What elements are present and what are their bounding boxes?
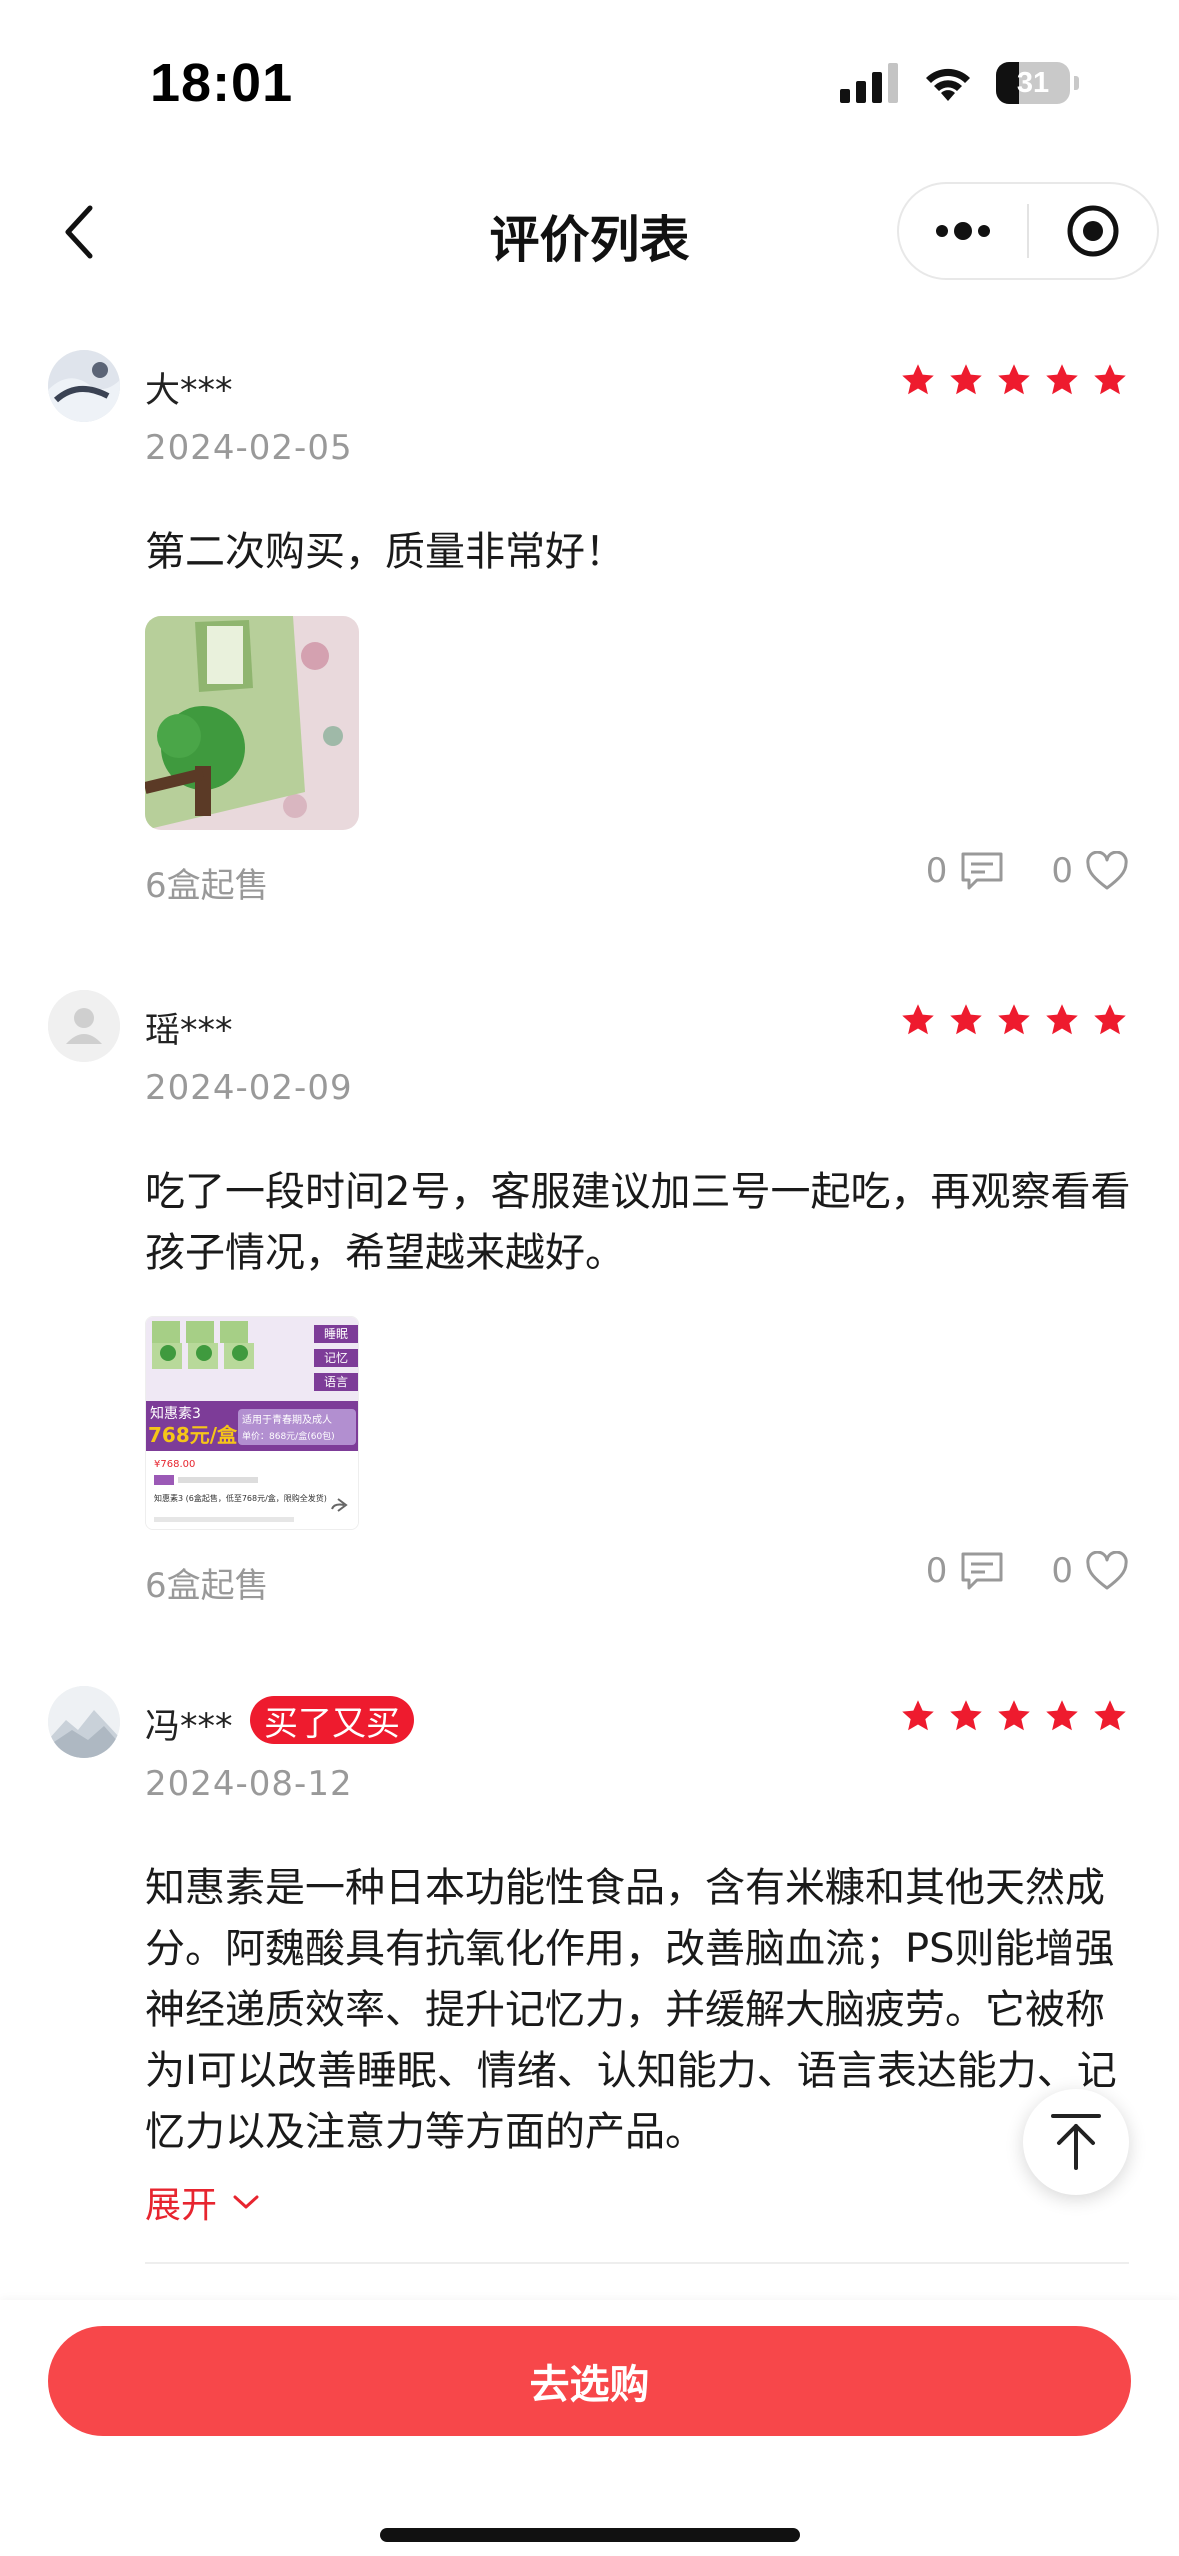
rating-stars [900, 362, 1128, 398]
close-mini-program-button[interactable] [1029, 183, 1157, 279]
svg-text:单价：868元/盒(60包): 单价：868元/盒(60包) [242, 1430, 335, 1442]
star-icon [1094, 1700, 1126, 1731]
star-icon [950, 364, 982, 395]
divider [145, 2262, 1129, 2264]
chevron-down-icon [233, 2195, 259, 2209]
nav-bar: 评价列表 [0, 170, 1179, 290]
bottom-bar: 去选购 [0, 2300, 1179, 2556]
star-icon [950, 1004, 982, 1035]
star-icon [902, 364, 934, 395]
review-item: 瑶*** 2024-02-09 吃了一段时间2号，客服建议加三号一起吃，再观察看… [0, 990, 1179, 1630]
review-item: 大*** 2024-02-05 第二次购买，质量非常好！ 6盒起售 0 0 [0, 350, 1179, 920]
go-shopping-button[interactable]: 去选购 [48, 2326, 1131, 2436]
avatar[interactable] [48, 350, 120, 422]
star-icon [1046, 364, 1078, 395]
review-date: 2024-02-05 [145, 428, 353, 468]
review-list-page: 18:01 31 评价列表 大*** 2024-02-05 第二次购买，质量非常… [0, 0, 1179, 2556]
status-time: 18:01 [150, 53, 294, 113]
svg-text:适用于青春期及成人: 适用于青春期及成人 [242, 1413, 332, 1426]
avatar-image [48, 1686, 120, 1758]
comment-icon [961, 852, 1003, 890]
more-dots-icon [936, 222, 990, 240]
sale-label: 6盒起售 [145, 866, 269, 906]
review-text: 第二次购买，质量非常好！ [145, 529, 625, 575]
back-to-top-button[interactable] [1023, 2089, 1129, 2195]
expand-label: 展开 [145, 2185, 218, 2226]
avatar[interactable] [48, 1686, 120, 1758]
username: 瑶*** [145, 1011, 233, 1051]
review-date: 2024-08-12 [145, 1764, 353, 1804]
default-avatar-icon [48, 990, 120, 1062]
avatar[interactable] [48, 990, 120, 1062]
mini-program-capsule [897, 182, 1159, 280]
svg-text:知惠素3: 知惠素3 [150, 1405, 201, 1422]
battery-cap [1074, 76, 1079, 90]
record-target-icon [1067, 205, 1119, 257]
svg-text:记忆: 记忆 [324, 1351, 348, 1365]
review-photo-image [145, 616, 359, 830]
review-date: 2024-02-09 [145, 1068, 353, 1108]
star-icon [1094, 364, 1126, 395]
rating-stars [900, 1698, 1128, 1734]
heart-icon [1086, 851, 1128, 890]
review-text: 吃了一段时间2号，客服建议加三号一起吃，再观察看看孩子情况，希望越来越好。 [145, 1169, 1131, 1276]
battery-level-text: 31 [1016, 66, 1050, 99]
arrow-up-top-icon [1051, 2114, 1101, 2170]
star-icon [902, 1700, 934, 1731]
review-photo[interactable] [145, 616, 359, 830]
username: 大*** [145, 371, 233, 411]
status-icons: 31 [840, 62, 1079, 104]
review-photo-image: 睡眠 记忆 语言 知惠素3 768元/盒 适用于青春期及成人 单价：868元/盒… [146, 1317, 358, 1529]
more-button[interactable] [899, 183, 1027, 279]
star-icon [998, 1700, 1030, 1731]
like-button[interactable]: 0 [1051, 851, 1129, 891]
status-bar: 18:01 31 [0, 0, 1179, 150]
repurchase-badge: 买了又买 [250, 1696, 414, 1744]
star-icon [1046, 1700, 1078, 1731]
star-icon [998, 1004, 1030, 1035]
review-actions: 0 0 [926, 1550, 1129, 1592]
home-indicator[interactable] [380, 2528, 800, 2542]
comment-button[interactable]: 0 [926, 850, 1006, 892]
sale-label: 6盒起售 [145, 1566, 269, 1606]
star-icon [998, 364, 1030, 395]
review-item: 冯*** 买了又买 2024-08-12 知惠素是一种日本功能性食品，含有米糠和… [0, 1686, 1179, 2266]
comment-count: 0 [925, 1551, 948, 1591]
comment-button[interactable]: 0 [926, 1550, 1006, 1592]
review-photo[interactable]: 睡眠 记忆 语言 知惠素3 768元/盒 适用于青春期及成人 单价：868元/盒… [145, 1316, 359, 1530]
star-icon [1094, 1004, 1126, 1035]
cellular-signal-icon [840, 63, 898, 103]
svg-text:知惠素3 (6盒起售，低至768元/盒，限购全发货): 知惠素3 (6盒起售，低至768元/盒，限购全发货) [154, 1493, 327, 1503]
comment-icon [961, 1552, 1003, 1590]
username: 冯*** [145, 1707, 233, 1747]
like-count: 0 [1051, 851, 1073, 891]
svg-text:768元/盒: 768元/盒 [148, 1423, 238, 1447]
review-actions: 0 0 [926, 850, 1129, 892]
svg-text:¥768.00: ¥768.00 [154, 1459, 195, 1470]
expand-button[interactable]: 展开 [145, 2176, 261, 2228]
wifi-icon [926, 68, 970, 101]
battery-indicator: 31 [996, 62, 1070, 104]
avatar-image [48, 350, 120, 422]
comment-count: 0 [925, 851, 948, 891]
review-text: 知惠素是一种日本功能性食品，含有米糠和其他天然成分。阿魏酸具有抗氧化作用，改善脑… [145, 1865, 1117, 2155]
rating-stars [900, 1002, 1128, 1038]
like-button[interactable]: 0 [1051, 1551, 1129, 1591]
svg-text:睡眠: 睡眠 [324, 1327, 348, 1341]
star-icon [902, 1004, 934, 1035]
svg-text:语言: 语言 [324, 1375, 348, 1389]
like-count: 0 [1051, 1551, 1073, 1591]
star-icon [950, 1700, 982, 1731]
star-icon [1046, 1004, 1078, 1035]
heart-icon [1086, 1551, 1128, 1590]
